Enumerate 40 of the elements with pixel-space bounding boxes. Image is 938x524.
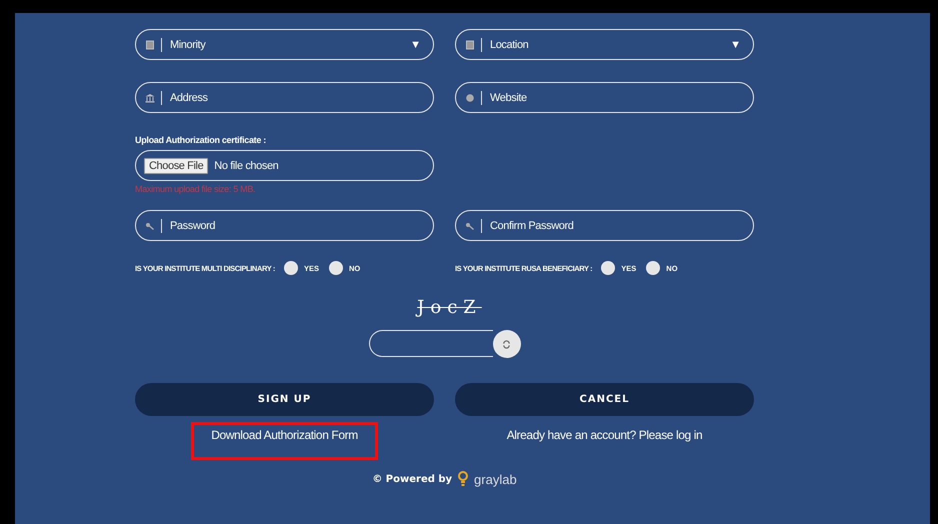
radio-button[interactable] — [284, 261, 298, 275]
password-field[interactable]: Password — [135, 210, 434, 241]
key-icon — [145, 220, 155, 230]
placeholder-text: Confirm Password — [490, 220, 574, 232]
input-field[interactable]: Address — [135, 82, 434, 113]
lightbulb-icon — [457, 470, 470, 488]
placeholder-text: Address — [170, 92, 209, 104]
key-icon — [465, 220, 475, 230]
list-icon — [145, 40, 155, 50]
globe-icon — [465, 92, 475, 102]
upload-hint: Maximum upload file size: 5 MB. — [135, 184, 256, 194]
upload-label: Upload Authorization certificate : — [135, 135, 267, 145]
choose-file-button[interactable]: Choose File — [144, 158, 208, 174]
action-button[interactable]: CANCEL — [455, 383, 754, 416]
action-button[interactable]: SIGN UP — [135, 383, 434, 416]
radio-button[interactable] — [328, 261, 343, 275]
text-link[interactable]: Already have an account? Please log in — [494, 422, 716, 460]
refresh-icon — [502, 340, 511, 348]
caret-icon: ▼ — [730, 38, 741, 50]
password-field[interactable]: Confirm Password — [455, 210, 754, 241]
file-field[interactable]: Choose File No file chosen — [135, 150, 434, 181]
placeholder-text: Location — [490, 38, 530, 50]
powered-by-text: © Powered by — [372, 474, 452, 484]
dropdown-field[interactable]: Minority ▼ — [135, 29, 434, 60]
captcha-field[interactable] — [368, 330, 492, 357]
input-field[interactable]: Website — [455, 82, 754, 113]
brand-name: graylab — [474, 472, 517, 486]
placeholder-text: Minority — [170, 38, 207, 50]
file-status: No file chosen — [214, 160, 280, 172]
radio-button[interactable] — [601, 261, 616, 275]
dropdown-field[interactable]: Location ▼ — [455, 29, 754, 60]
refresh-button[interactable] — [492, 330, 520, 358]
bank-icon — [145, 92, 155, 102]
captcha-text: JocZ — [414, 297, 482, 318]
radio-button[interactable] — [646, 261, 660, 275]
placeholder-text: Password — [170, 220, 216, 232]
placeholder-text: Website — [490, 92, 528, 104]
text-link[interactable]: Download Authorization Form — [191, 422, 378, 460]
caret-icon: ▼ — [410, 38, 421, 50]
list-icon — [465, 40, 475, 50]
